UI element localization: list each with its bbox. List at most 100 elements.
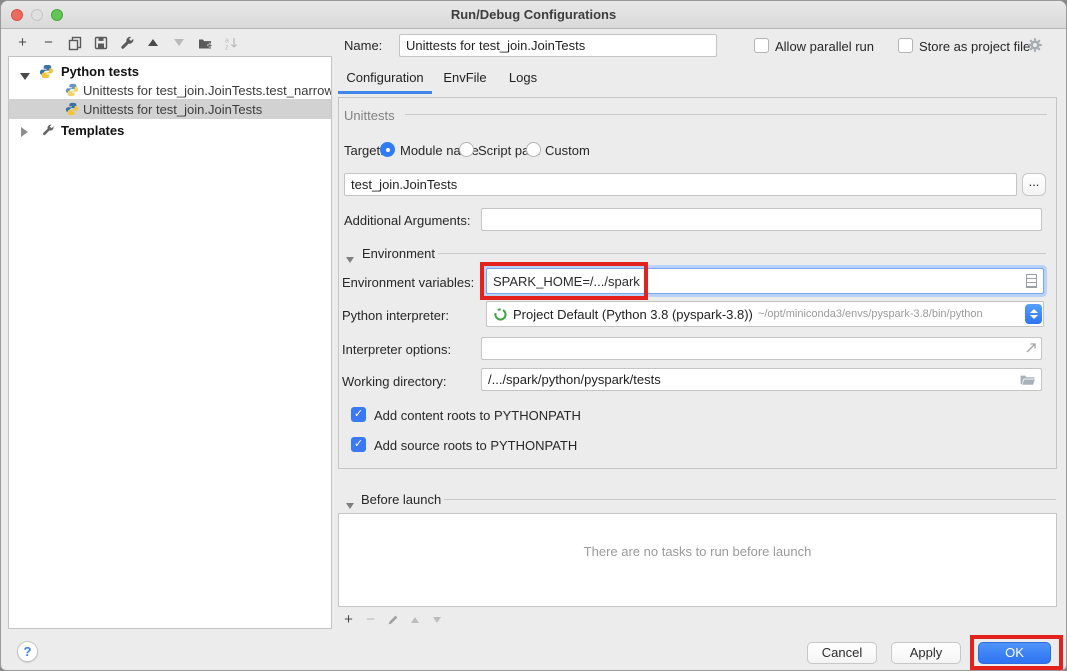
create-folder-button[interactable] xyxy=(196,34,213,51)
copy-icon xyxy=(67,35,83,51)
collapse-arrow-icon[interactable] xyxy=(346,251,354,266)
name-label: Name: xyxy=(344,38,382,53)
tab-envfile[interactable]: EnvFile xyxy=(441,70,489,90)
button-label: Cancel xyxy=(822,645,862,660)
tree-item-templates[interactable]: Templates xyxy=(9,120,331,140)
new-folder-icon xyxy=(197,35,213,51)
tab-label: Logs xyxy=(509,70,537,85)
group-divider xyxy=(438,253,1046,254)
tree-item-label: Unittests for test_join.JoinTests.test_n… xyxy=(83,83,331,98)
tree-item-label: Unittests for test_join.JoinTests xyxy=(83,102,262,117)
tree-item-python-tests[interactable]: Python tests xyxy=(9,61,331,81)
button-label: Apply xyxy=(910,645,943,660)
svg-text:z: z xyxy=(225,44,229,51)
add-source-roots-label: Add source roots to PYTHONPATH xyxy=(374,438,577,453)
working-directory-input[interactable] xyxy=(481,368,1042,391)
tree-item-label: Templates xyxy=(61,123,124,138)
svg-text:a: a xyxy=(225,37,229,44)
ellipsis-icon: ... xyxy=(1029,174,1040,189)
check-icon: ✓ xyxy=(354,408,363,420)
tab-logs[interactable]: Logs xyxy=(503,70,543,90)
additional-arguments-input[interactable] xyxy=(481,208,1042,231)
group-divider xyxy=(444,499,1056,500)
expand-arrow-icon[interactable] xyxy=(21,125,28,140)
help-button[interactable]: ? xyxy=(17,641,38,662)
move-up-button[interactable] xyxy=(144,34,161,51)
target-module-input[interactable] xyxy=(344,173,1017,196)
edit-task-button[interactable] xyxy=(384,611,401,628)
working-directory-label: Working directory: xyxy=(342,374,447,389)
add-task-button[interactable]: + xyxy=(340,611,357,628)
python-icon xyxy=(65,102,79,116)
add-content-roots-checkbox[interactable]: ✓ xyxy=(351,407,366,422)
copy-configuration-button[interactable] xyxy=(66,34,83,51)
group-divider xyxy=(405,114,1047,115)
move-up-icon xyxy=(148,39,158,46)
allow-parallel-run-checkbox[interactable] xyxy=(754,38,769,53)
cancel-button[interactable]: Cancel xyxy=(807,642,877,664)
interpreter-dropdown-button[interactable] xyxy=(1025,304,1042,324)
check-icon: ✓ xyxy=(354,438,363,450)
sort-configurations-button[interactable]: a z xyxy=(222,34,239,51)
add-configuration-button[interactable]: + xyxy=(14,34,31,51)
remove-configuration-button[interactable]: − xyxy=(40,34,57,51)
edit-variables-icon[interactable] xyxy=(1026,274,1037,288)
interpreter-value: Project Default (Python 3.8 (pyspark-3.8… xyxy=(513,307,753,322)
conda-environment-icon xyxy=(493,307,508,322)
tree-item-unittests-test-narrow[interactable]: Unittests for test_join.JoinTests.test_n… xyxy=(9,80,331,100)
tree-item-unittests-jointests-selected[interactable]: Unittests for test_join.JoinTests xyxy=(9,99,331,119)
folder-icon[interactable] xyxy=(1019,371,1036,388)
add-source-roots-checkbox[interactable]: ✓ xyxy=(351,437,366,452)
tab-label: EnvFile xyxy=(443,70,486,85)
python-interpreter-select[interactable]: Project Default (Python 3.8 (pyspark-3.8… xyxy=(486,301,1044,327)
expand-field-icon[interactable] xyxy=(1023,340,1039,356)
edit-templates-button[interactable] xyxy=(118,34,135,51)
remove-task-button[interactable]: − xyxy=(362,611,379,628)
window-title: Run/Debug Configurations xyxy=(1,7,1066,22)
minus-icon: − xyxy=(44,34,53,51)
tab-configuration[interactable]: Configuration xyxy=(338,70,432,90)
move-task-down-button[interactable] xyxy=(428,611,445,628)
tree-item-label: Python tests xyxy=(61,64,139,79)
tab-label: Configuration xyxy=(346,70,423,85)
interpreter-options-label: Interpreter options: xyxy=(342,342,451,357)
radio-custom[interactable] xyxy=(526,142,541,157)
pencil-icon xyxy=(386,613,400,627)
add-content-roots-label: Add content roots to PYTHONPATH xyxy=(374,408,581,423)
before-launch-task-list[interactable]: There are no tasks to run before launch xyxy=(338,513,1057,607)
radio-module-name[interactable] xyxy=(380,142,395,157)
move-task-up-button[interactable] xyxy=(406,611,423,628)
interpreter-options-input[interactable] xyxy=(481,337,1042,360)
active-tab-underline xyxy=(338,91,432,94)
browse-module-button[interactable]: ... xyxy=(1022,173,1046,196)
save-configuration-button[interactable] xyxy=(92,34,109,51)
radio-script-path[interactable] xyxy=(459,142,474,157)
chevron-up-icon xyxy=(1030,309,1038,313)
gear-icon[interactable] xyxy=(1027,37,1043,53)
plus-icon: + xyxy=(344,611,353,628)
configurations-tree: Python tests Unittests for test_join.Joi… xyxy=(8,56,332,629)
wrench-icon xyxy=(41,123,55,137)
interpreter-path: ~/opt/miniconda3/envs/pyspark-3.8/bin/py… xyxy=(758,308,983,320)
apply-button[interactable]: Apply xyxy=(891,642,961,664)
before-launch-section-title: Before launch xyxy=(361,492,441,507)
move-down-icon xyxy=(433,617,441,623)
question-mark-icon: ? xyxy=(24,644,32,659)
environment-variables-label: Environment variables: xyxy=(342,275,474,290)
radio-custom-label[interactable]: Custom xyxy=(545,143,590,158)
chevron-down-icon xyxy=(1030,315,1038,319)
collapse-arrow-icon[interactable] xyxy=(346,497,354,512)
before-launch-toolbar: + − xyxy=(340,611,445,628)
python-interpreter-label: Python interpreter: xyxy=(342,308,449,323)
move-up-icon xyxy=(411,617,419,623)
sort-az-icon: a z xyxy=(223,35,239,51)
name-input[interactable] xyxy=(399,34,717,57)
python-icon xyxy=(39,64,54,79)
minus-icon: − xyxy=(366,611,375,628)
move-down-button[interactable] xyxy=(170,34,187,51)
configurations-toolbar: + − xyxy=(14,34,239,51)
store-as-project-file-checkbox[interactable] xyxy=(898,38,913,53)
move-down-icon xyxy=(174,39,184,46)
annotation-highlight-env-vars xyxy=(480,262,648,300)
store-as-project-file-label: Store as project file xyxy=(919,39,1030,54)
